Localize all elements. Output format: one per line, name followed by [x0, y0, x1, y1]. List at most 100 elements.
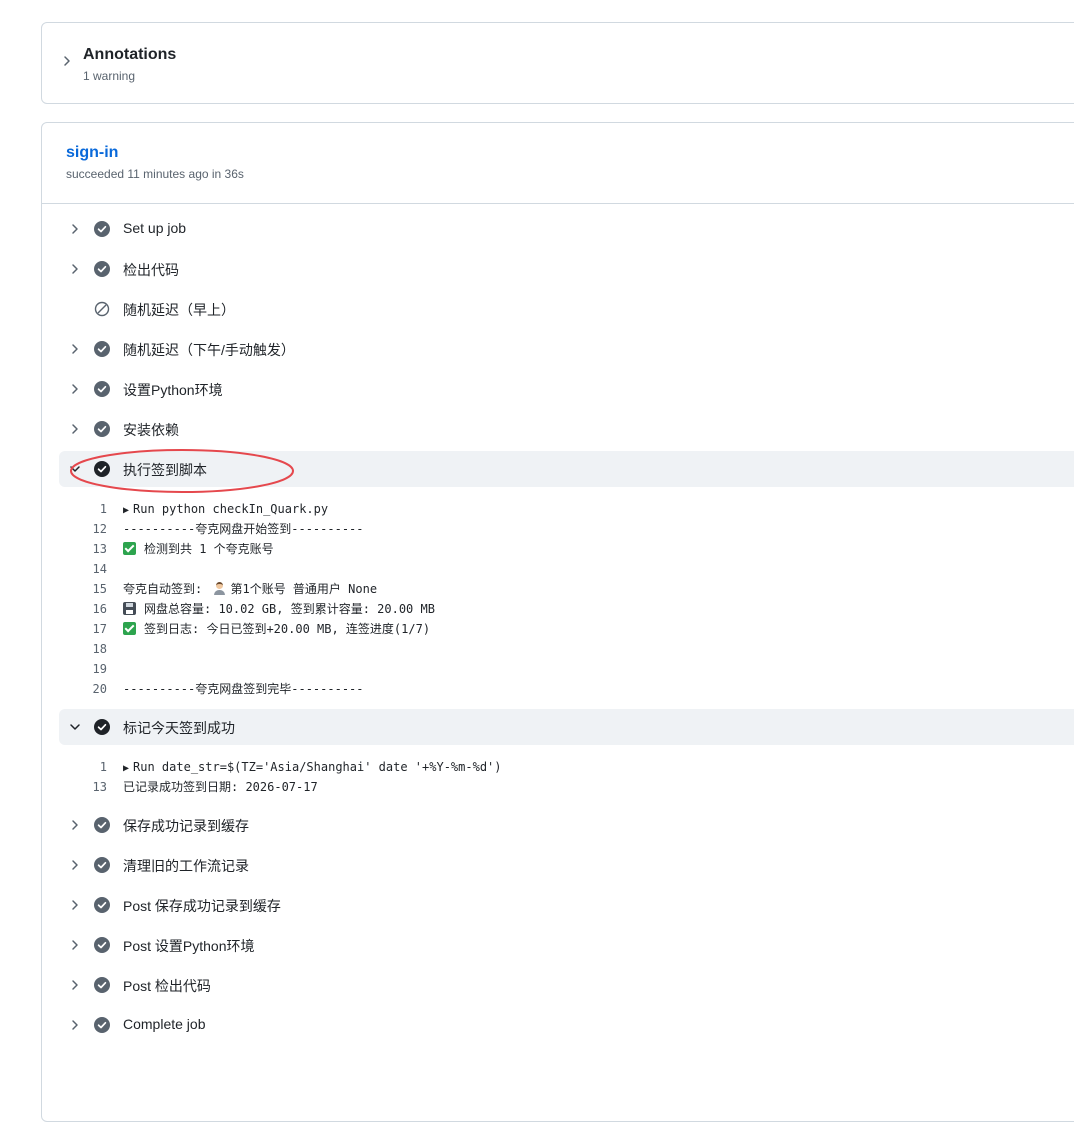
step-row[interactable]: Set up job	[59, 211, 1074, 247]
log-line-number[interactable]: 14	[59, 559, 107, 579]
chevron-down-icon[interactable]	[69, 463, 81, 475]
person-emoji-icon	[213, 582, 226, 595]
log-line: 13 已记录成功签到日期: 2026-07-17	[59, 777, 1074, 797]
chevron-right-icon[interactable]	[69, 859, 81, 871]
chevron-right-icon[interactable]	[69, 343, 81, 355]
log-text: Run date_str=$(TZ='Asia/Shanghai' date '…	[133, 760, 502, 774]
job-status-text: succeeded 11 minutes ago in 36s	[66, 167, 244, 181]
log-line: 17 签到日志: 今日已签到+20.00 MB, 连签进度(1/7)	[59, 619, 1074, 639]
log-line: 20 ----------夸克网盘签到完毕----------	[59, 679, 1074, 699]
step-label: 随机延迟（早上）	[123, 302, 235, 318]
check-circle-icon	[94, 461, 110, 477]
log-line-text: 已记录成功签到日期: 2026-07-17	[123, 777, 318, 797]
check-emoji-icon	[123, 542, 136, 555]
log-line: 14	[59, 559, 1074, 579]
chevron-right-icon[interactable]	[69, 223, 81, 235]
log-line-number[interactable]: 17	[59, 619, 107, 639]
step-label: 清理旧的工作流记录	[123, 858, 249, 874]
log-text: 已记录成功签到日期: 2026-07-17	[123, 780, 318, 794]
log-line: 12 ----------夸克网盘开始签到----------	[59, 519, 1074, 539]
check-circle-icon	[94, 977, 110, 993]
chevron-right-icon[interactable]	[69, 939, 81, 951]
check-circle-icon	[94, 857, 110, 873]
log-line-number[interactable]: 1	[59, 757, 107, 777]
log-line-text: ▶ Run date_str=$(TZ='Asia/Shanghai' date …	[123, 757, 502, 779]
annotations-panel: Annotations 1 warning	[41, 22, 1074, 104]
step-label: 设置Python环境	[123, 382, 223, 398]
log-line-number[interactable]: 16	[59, 599, 107, 619]
step-label: Set up job	[123, 220, 187, 236]
step-log: 1 ▶ Run python checkIn_Quark.py 12 ---------…	[59, 491, 1074, 705]
step-row[interactable]: 清理旧的工作流记录	[59, 847, 1074, 883]
step-label: Post 检出代码	[123, 978, 211, 994]
job-name-link[interactable]: sign-in	[66, 144, 118, 162]
triangle-icon[interactable]: ▶	[123, 505, 129, 516]
log-text: 网盘总容量: 10.02 GB, 签到累计容量: 20.00 MB	[144, 602, 435, 616]
log-text: Run python checkIn_Quark.py	[133, 502, 329, 516]
log-line-number[interactable]: 12	[59, 519, 107, 539]
log-line-number[interactable]: 15	[59, 579, 107, 599]
step-label: 保存成功记录到缓存	[123, 818, 249, 834]
log-line-number[interactable]: 20	[59, 679, 107, 699]
log-line: 1 ▶ Run python checkIn_Quark.py	[59, 499, 1074, 519]
log-line: 18	[59, 639, 1074, 659]
chevron-right-icon[interactable]	[69, 263, 81, 275]
log-line-number[interactable]: 1	[59, 499, 107, 519]
log-line-text: ▶ Run python checkIn_Quark.py	[123, 499, 328, 521]
log-line-number[interactable]: 18	[59, 639, 107, 659]
chevron-right-icon[interactable]	[69, 819, 81, 831]
annotations-title[interactable]: Annotations	[83, 46, 176, 64]
chevron-right-icon[interactable]	[69, 1019, 81, 1031]
step-row[interactable]: 安装依赖	[59, 411, 1074, 447]
log-line-text: ----------夸克网盘开始签到----------	[123, 519, 364, 539]
steps-list: Set up job 检出代码随机延迟（早上） 随机延迟（下午/手动触发） 设置Pyt…	[59, 211, 1074, 1047]
step-label: Post 保存成功记录到缓存	[123, 898, 281, 914]
step-label: Post 设置Python环境	[123, 938, 255, 954]
step-row[interactable]: 随机延迟（下午/手动触发）	[59, 331, 1074, 367]
check-circle-icon	[94, 381, 110, 397]
log-text: 签到日志: 今日已签到+20.00 MB, 连签进度(1/7)	[144, 622, 431, 636]
check-emoji-icon	[123, 622, 136, 635]
check-circle-icon	[94, 341, 110, 357]
chevron-down-icon[interactable]	[69, 721, 81, 733]
step-row[interactable]: 随机延迟（早上）	[59, 291, 1074, 327]
step-label: 执行签到脚本	[123, 462, 207, 478]
check-circle-icon	[94, 261, 110, 277]
annotations-subtitle: 1 warning	[83, 69, 136, 83]
step-row[interactable]: 设置Python环境	[59, 371, 1074, 407]
check-circle-icon	[94, 719, 110, 735]
step-row[interactable]: Post 设置Python环境	[59, 927, 1074, 963]
job-header: sign-in succeeded 11 minutes ago in 36s	[42, 123, 1074, 204]
log-line-text: 网盘总容量: 10.02 GB, 签到累计容量: 20.00 MB	[123, 599, 435, 619]
log-line-number[interactable]: 19	[59, 659, 107, 679]
log-line-text: 夸克自动签到: 第1个账号 普通用户 None	[123, 579, 377, 599]
step-label: Complete job	[123, 1016, 206, 1032]
log-line: 15 夸克自动签到: 第1个账号 普通用户 None	[59, 579, 1074, 599]
step-row[interactable]: Post 检出代码	[59, 967, 1074, 1003]
chevron-right-icon[interactable]	[69, 899, 81, 911]
step-row[interactable]: Complete job	[59, 1007, 1074, 1043]
chevron-right-icon[interactable]	[69, 979, 81, 991]
chevron-right-icon[interactable]	[69, 423, 81, 435]
check-circle-icon	[94, 937, 110, 953]
step-label: 安装依赖	[123, 422, 179, 438]
log-line-number[interactable]: 13	[59, 777, 107, 797]
check-circle-icon	[94, 897, 110, 913]
step-row[interactable]: 检出代码	[59, 251, 1074, 287]
step-row[interactable]: 执行签到脚本	[59, 451, 1074, 487]
step-label: 检出代码	[123, 262, 179, 278]
log-text: 检测到共 1 个夸克账号	[144, 542, 274, 556]
check-circle-icon	[94, 1017, 110, 1033]
triangle-icon[interactable]: ▶	[123, 763, 129, 774]
log-text: 夸克自动签到:	[123, 582, 203, 596]
log-line-text: 检测到共 1 个夸克账号	[123, 539, 274, 559]
log-line-number[interactable]: 13	[59, 539, 107, 559]
step-row[interactable]: 保存成功记录到缓存	[59, 807, 1074, 843]
step-row[interactable]: Post 保存成功记录到缓存	[59, 887, 1074, 923]
log-text: ----------夸克网盘开始签到----------	[123, 522, 364, 536]
step-row[interactable]: 标记今天签到成功	[59, 709, 1074, 745]
chevron-right-icon[interactable]	[61, 55, 73, 67]
chevron-right-icon[interactable]	[69, 383, 81, 395]
log-line: 13 检测到共 1 个夸克账号	[59, 539, 1074, 559]
step-label: 随机延迟（下午/手动触发）	[123, 342, 295, 358]
